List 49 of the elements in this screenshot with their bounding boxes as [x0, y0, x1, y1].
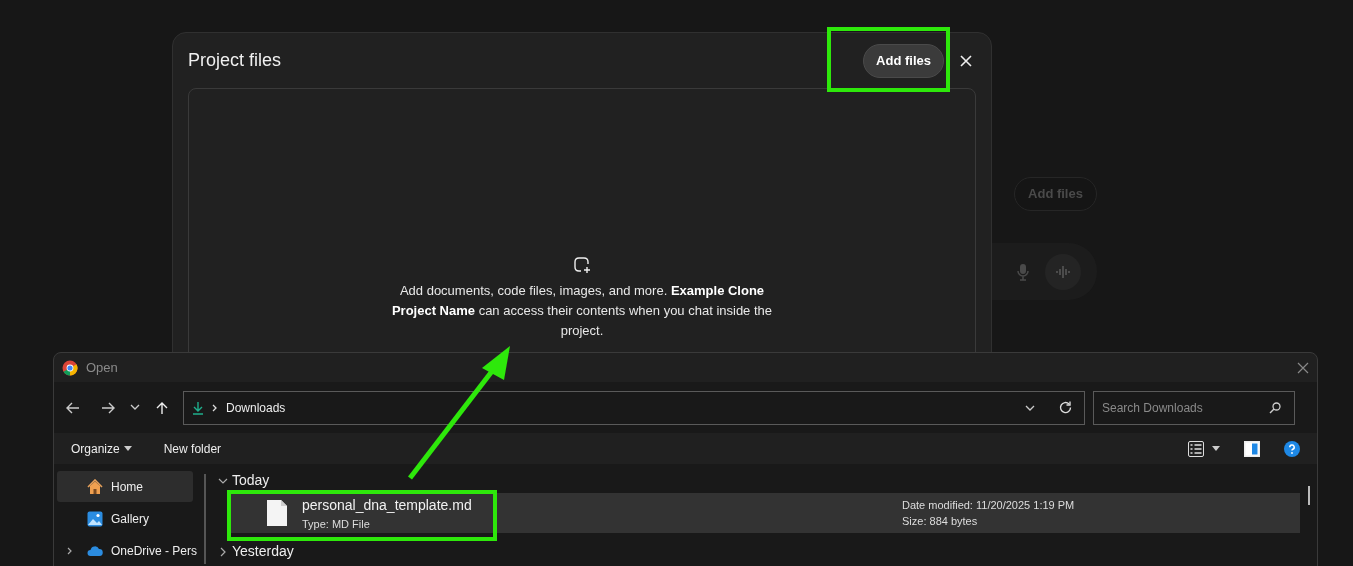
- refresh-icon: [1059, 401, 1072, 415]
- caret-icon: [123, 446, 132, 452]
- download-icon: [192, 400, 204, 415]
- file-name: personal_dna_template.md: [302, 495, 473, 515]
- forward-arrow-icon: [101, 401, 115, 414]
- close-icon: [960, 54, 972, 67]
- chevron-down-icon[interactable]: [1025, 404, 1035, 411]
- sidebar-item[interactable]: Gallery: [57, 503, 193, 535]
- home-icon: [87, 478, 103, 495]
- scrollbar[interactable]: [204, 474, 206, 565]
- back-button[interactable]: [66, 401, 80, 414]
- scrollbar[interactable]: [1308, 486, 1310, 505]
- address-bar[interactable]: Downloads: [183, 390, 1085, 425]
- group-header[interactable]: Yesterday: [218, 541, 1317, 563]
- organize-menu[interactable]: Organize: [71, 439, 132, 458]
- breadcrumb-item[interactable]: Downloads: [226, 398, 1017, 417]
- up-button[interactable]: [156, 401, 168, 414]
- close-icon: [1297, 361, 1309, 374]
- file-type: Type: MD File: [302, 516, 371, 532]
- gallery-icon: [87, 510, 103, 527]
- waveform-icon: [1056, 265, 1070, 278]
- new-folder-button[interactable]: New folder: [163, 439, 222, 458]
- preview-pane-icon: [1244, 440, 1260, 457]
- help-button[interactable]: [1284, 440, 1300, 457]
- browser-icon: [62, 359, 78, 376]
- panel-title: Project files: [188, 49, 283, 72]
- up-arrow-icon: [156, 401, 168, 414]
- back-arrow-icon: [66, 401, 80, 414]
- add-file-icon: [573, 257, 591, 273]
- dialog-title: Open: [86, 358, 119, 377]
- chevron-right-icon: [212, 403, 218, 412]
- forward-button[interactable]: [101, 401, 115, 414]
- file-row[interactable]: personal_dna_template.md Type: MD File Date modified: 11/20/2025 1:19 PM Size: 884 bytes: [228, 493, 1300, 534]
- document-icon: [266, 499, 288, 528]
- dropzone-text: Add documents, code files, images, and more. Example Clone Project Name can access their contents when you chat inside the project.: [390, 282, 774, 340]
- add-files-button[interactable]: Add files: [863, 43, 944, 78]
- file-date: Date modified: 11/20/2025 1:19 PM: [902, 497, 1075, 513]
- refresh-button[interactable]: [1059, 401, 1072, 415]
- view-menu[interactable]: [1188, 440, 1220, 457]
- file-size: Size: 884 bytes: [902, 514, 979, 530]
- help-icon: [1284, 440, 1300, 457]
- search-icon: [1269, 401, 1281, 414]
- chevron-right-icon[interactable]: [67, 546, 73, 555]
- preview-pane-button[interactable]: [1244, 440, 1260, 457]
- list-view-icon: [1188, 440, 1204, 457]
- chevron-right-icon: [218, 546, 228, 557]
- caret-icon: [1212, 446, 1220, 452]
- sidebar-item[interactable]: Home: [57, 471, 193, 503]
- search-field[interactable]: Search Downloads: [1093, 390, 1295, 425]
